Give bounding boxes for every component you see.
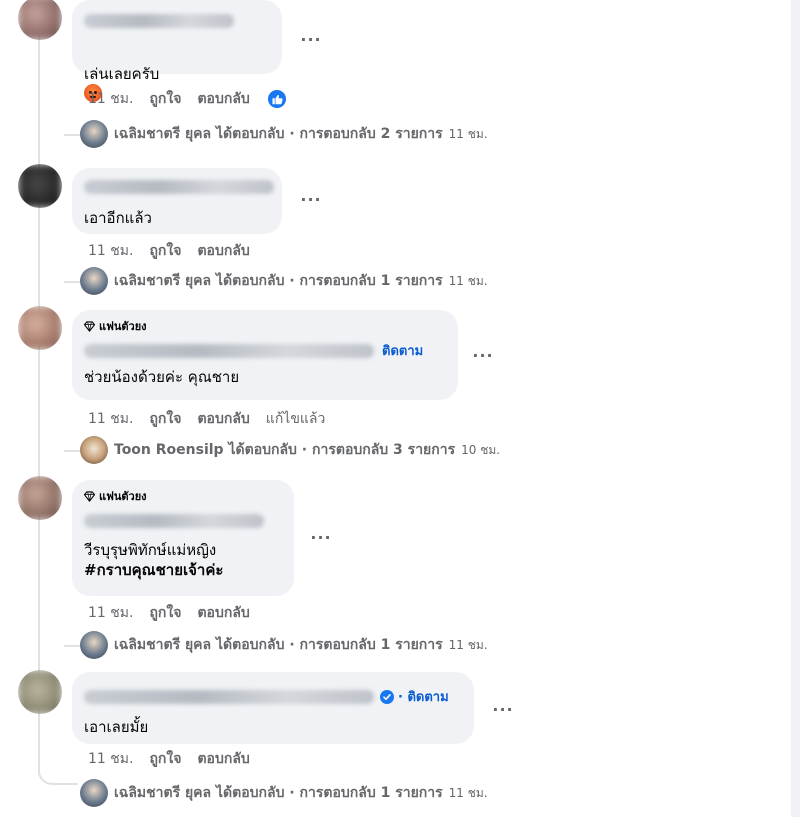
reply-summary-text: ได้ตอบกลับ · การตอบกลับ 1 รายการ (216, 785, 443, 801)
reply-author: เฉลิมชาตรี ยุคล (114, 785, 212, 801)
avatar[interactable] (18, 476, 62, 520)
more-options-button[interactable]: ··· (306, 530, 336, 552)
more-options-button[interactable]: ··· (488, 702, 518, 724)
view-replies-link[interactable]: Toon Roensilp ได้ตอบกลับ · การตอบกลับ 3 … (80, 436, 500, 464)
comment-time[interactable]: 11 ชม. (88, 88, 133, 110)
avatar[interactable] (18, 670, 62, 714)
more-options-button[interactable]: ··· (296, 32, 326, 54)
like-button[interactable]: ถูกใจ (149, 240, 181, 262)
reply-summary-text: ได้ตอบกลับ · การตอบกลับ 3 รายการ (228, 442, 456, 458)
comment-actions: 11 ชม. ถูกใจ ตอบกลับ แก้ไขแล้ว (88, 408, 325, 430)
avatar[interactable] (18, 0, 62, 40)
author-name-blurred[interactable] (84, 180, 274, 194)
comment-bubble: เล่นเลยครับ (72, 0, 282, 102)
edited-label: แก้ไขแล้ว (265, 411, 326, 427)
diamond-icon (84, 490, 95, 502)
top-fan-label: แฟนตัวยง (99, 490, 147, 503)
reply-time: 11 ชม. (448, 126, 488, 141)
comment-bubble: เอาอีกแล้ว (72, 168, 282, 234)
view-replies-link[interactable]: เฉลิมชาตรี ยุคล ได้ตอบกลับ · การตอบกลับ … (80, 267, 488, 295)
author-name-blurred[interactable] (84, 343, 374, 358)
verified-badge-icon (380, 689, 394, 704)
thread-connector (38, 0, 40, 775)
comment-thread: เล่นเลยครับ ··· 11 ชม. ถูกใจ ตอบกลับ เฉล… (0, 0, 800, 817)
comment-time[interactable]: 11 ชม. (88, 602, 133, 624)
comment-actions: 11 ชม. ถูกใจ ตอบกลับ (88, 88, 288, 110)
like-button[interactable]: ถูกใจ (149, 88, 181, 110)
author-name-blurred[interactable] (84, 514, 264, 528)
more-options-button[interactable]: ··· (468, 348, 498, 370)
comment-text: เอาเลยมั้ย (84, 718, 149, 736)
like-icon[interactable] (265, 88, 288, 110)
reply-author-avatar (80, 267, 108, 295)
hashtag-link[interactable]: #กราบคุณชายเจ้าค่ะ (84, 560, 282, 580)
reply-author: เฉลิมชาตรี ยุคล (114, 126, 212, 142)
like-button[interactable]: ถูกใจ (149, 748, 181, 770)
view-replies-link[interactable]: เฉลิมชาตรี ยุคล ได้ตอบกลับ · การตอบกลับ … (80, 120, 488, 148)
top-fan-badge: แฟนตัวยง (84, 488, 282, 504)
reply-author-avatar (80, 779, 108, 807)
reply-author-avatar (80, 631, 108, 659)
thread-connector-curve (38, 755, 78, 785)
reply-author: เฉลิมชาตรี ยุคล (114, 637, 212, 653)
reply-button[interactable]: ตอบกลับ (197, 408, 249, 430)
comment-time[interactable]: 11 ชม. (88, 408, 133, 430)
reply-author: เฉลิมชาตรี ยุคล (114, 273, 212, 289)
diamond-icon (84, 320, 95, 332)
author-name-blurred[interactable] (84, 689, 374, 704)
avatar[interactable] (18, 164, 62, 208)
comment-actions: 11 ชม. ถูกใจ ตอบกลับ (88, 748, 250, 770)
reply-summary-text: ได้ตอบกลับ · การตอบกลับ 1 รายการ (216, 637, 443, 653)
reply-time: 11 ชม. (448, 273, 488, 288)
more-options-button[interactable]: ··· (296, 192, 326, 214)
comment-text: วีรบุรุษพิทักษ์แม่หญิง (84, 541, 217, 559)
comment-time[interactable]: 11 ชม. (88, 240, 133, 262)
like-button[interactable]: ถูกใจ (149, 602, 181, 624)
reply-time: 10 ชม. (461, 442, 501, 457)
reply-summary-text: ได้ตอบกลับ · การตอบกลับ 1 รายการ (216, 273, 443, 289)
like-button[interactable]: ถูกใจ (149, 408, 181, 430)
scrollbar[interactable] (791, 0, 800, 817)
comment-bubble: แฟนตัวยง วีรบุรุษพิทักษ์แม่หญิง #กราบคุณ… (72, 480, 294, 596)
reply-author-avatar (80, 436, 108, 464)
comment-text: เอาอีกแล้ว (84, 209, 152, 227)
follow-button[interactable]: ติดตาม (382, 340, 423, 361)
comment-time[interactable]: 11 ชม. (88, 748, 133, 770)
comment-actions: 11 ชม. ถูกใจ ตอบกลับ (88, 602, 250, 624)
comment-bubble: แฟนตัวยง ติดตาม ช่วยน้องด้วยค่ะ คุณชาย (72, 310, 458, 400)
reply-button[interactable]: ตอบกลับ (197, 88, 249, 110)
reply-button[interactable]: ตอบกลับ (197, 748, 249, 770)
comment-actions: 11 ชม. ถูกใจ ตอบกลับ (88, 240, 250, 262)
comment-text: เล่นเลยครับ (84, 65, 160, 83)
reply-summary-text: ได้ตอบกลับ · การตอบกลับ 2 รายการ (216, 126, 443, 142)
reply-button[interactable]: ตอบกลับ (197, 240, 249, 262)
author-name-blurred[interactable] (84, 14, 234, 28)
comment-bubble: · ติดตาม เอาเลยมั้ย (72, 672, 474, 744)
top-fan-label: แฟนตัวยง (99, 320, 147, 333)
follow-button[interactable]: · ติดตาม (398, 686, 449, 707)
reply-time: 11 ชม. (448, 785, 488, 800)
avatar[interactable] (18, 306, 62, 350)
top-fan-badge: แฟนตัวยง (84, 318, 446, 334)
view-replies-link[interactable]: เฉลิมชาตรี ยุคล ได้ตอบกลับ · การตอบกลับ … (80, 631, 488, 659)
reply-button[interactable]: ตอบกลับ (197, 602, 249, 624)
reply-author-avatar (80, 120, 108, 148)
comment-text: ช่วยน้องด้วยค่ะ คุณชาย (84, 368, 240, 386)
reply-time: 11 ชม. (448, 637, 488, 652)
reply-author: Toon Roensilp (114, 442, 224, 458)
view-replies-link[interactable]: เฉลิมชาตรี ยุคล ได้ตอบกลับ · การตอบกลับ … (80, 779, 488, 807)
